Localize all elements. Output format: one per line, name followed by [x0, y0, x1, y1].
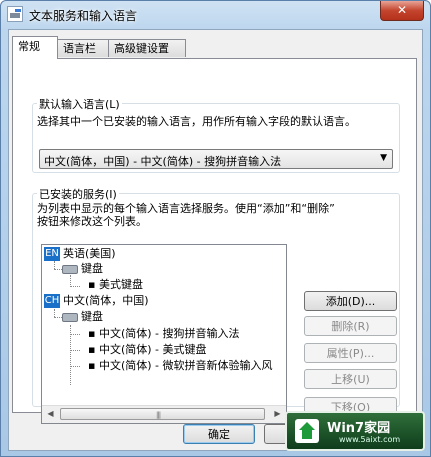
ok-button[interactable]: 确定: [183, 424, 255, 444]
scrollbar-thumb[interactable]: |||: [60, 408, 265, 420]
tab-page-general: 默认输入语言(L) 选择其中一个已安装的输入语言，用作所有输入字段的默认语言。 …: [12, 58, 417, 424]
language-badge-icon: EN: [44, 247, 60, 261]
move-up-button[interactable]: 上移(U): [304, 369, 397, 389]
installed-services-group: 为列表中显示的每个输入语言选择服务。使用“添加”和“删除” 按钮来修改这个列表。…: [32, 193, 400, 424]
horizontal-scrollbar[interactable]: ◀ ||| ▶: [42, 405, 286, 423]
house-logo-icon: [295, 419, 319, 443]
default-language-description: 选择其中一个已安装的输入语言，用作所有输入字段的默认语言。: [37, 115, 356, 128]
installed-services-tree[interactable]: EN 英语(美国) 键盘 ▪ 美式键盘 CH 中文(简体，中国) 键盘 ▪ 中文…: [41, 244, 287, 424]
keyboard-icon: [62, 312, 78, 322]
scroll-left-icon[interactable]: ◀: [42, 406, 59, 422]
tree-item-label: 中文(简体) - 微软拼音新体验输入风: [98, 359, 273, 372]
tab-language-bar[interactable]: 语言栏: [57, 39, 109, 57]
remove-button[interactable]: 删除(R): [304, 316, 397, 336]
tree-item-chinese[interactable]: CH 中文(简体，中国): [44, 293, 149, 309]
installed-description-line2: 按钮来修改这个列表。: [37, 215, 147, 228]
bullet-icon: ▪: [88, 278, 99, 291]
tree-item-keyboard-en[interactable]: 键盘: [62, 261, 103, 277]
add-button[interactable]: 添加(D)...: [304, 291, 397, 311]
site-watermark: Win7家园 www.5aixt.com: [285, 411, 425, 451]
tree-item-us-keyboard[interactable]: ▪ 美式键盘: [88, 277, 143, 293]
default-language-value: 中文(简体，中国) - 中文(简体) - 搜狗拼音输入法: [44, 155, 282, 168]
tree-item-label: 中文(简体) - 美式键盘: [98, 343, 207, 356]
watermark-name: Win7家园: [327, 421, 391, 436]
tree-item-label: 英语(美国): [63, 247, 116, 260]
installed-services-label: 已安装的服务(I): [37, 186, 119, 202]
tree-item-keyboard-ch[interactable]: 键盘: [62, 309, 103, 325]
tree-item-ms-pinyin[interactable]: ▪ 中文(简体) - 微软拼音新体验输入风: [88, 358, 273, 374]
dialog-window: 文本服务和输入语言 ✕ 常规 语言栏 高级键设置 默认输入语言(L) 选择其中一…: [0, 0, 431, 457]
close-button[interactable]: ✕: [380, 1, 424, 21]
bullet-icon: ▪: [88, 327, 99, 340]
tree-item-label: 键盘: [81, 262, 103, 275]
dialog-client: 常规 语言栏 高级键设置 默认输入语言(L) 选择其中一个已安装的输入语言，用作…: [8, 29, 423, 451]
scroll-right-icon[interactable]: ▶: [269, 406, 286, 422]
tab-general[interactable]: 常规: [12, 36, 58, 59]
keyboard-icon: [62, 264, 78, 274]
tree-item-label: 中文(简体) - 搜狗拼音输入法: [98, 327, 240, 340]
bullet-icon: ▪: [88, 359, 99, 372]
window-title: 文本服务和输入语言: [29, 9, 138, 23]
tab-advanced-keys[interactable]: 高级键设置: [108, 39, 186, 57]
language-badge-icon: CH: [44, 294, 60, 308]
tree-item-label: 键盘: [81, 310, 103, 323]
tree-item-label: 中文(简体，中国): [63, 294, 149, 307]
dropdown-arrow-icon: ▼: [380, 153, 387, 163]
properties-button[interactable]: 属性(P)...: [304, 343, 397, 363]
tree-item-label: 美式键盘: [98, 278, 143, 291]
grip-icon: |||: [156, 411, 161, 419]
default-language-label: 默认输入语言(L): [37, 96, 122, 112]
title-bar[interactable]: 文本服务和输入语言 ✕: [1, 1, 430, 29]
tree-item-english[interactable]: EN 英语(美国): [44, 246, 116, 262]
keyboard-app-icon: [7, 6, 23, 22]
tree-item-cn-us-keyboard[interactable]: ▪ 中文(简体) - 美式键盘: [88, 342, 207, 358]
tree-item-sogou[interactable]: ▪ 中文(简体) - 搜狗拼音输入法: [88, 326, 240, 342]
bullet-icon: ▪: [88, 343, 99, 356]
watermark-url: www.5aixt.com: [339, 435, 401, 444]
default-language-dropdown[interactable]: 中文(简体，中国) - 中文(简体) - 搜狗拼音输入法 ▼: [39, 149, 393, 169]
